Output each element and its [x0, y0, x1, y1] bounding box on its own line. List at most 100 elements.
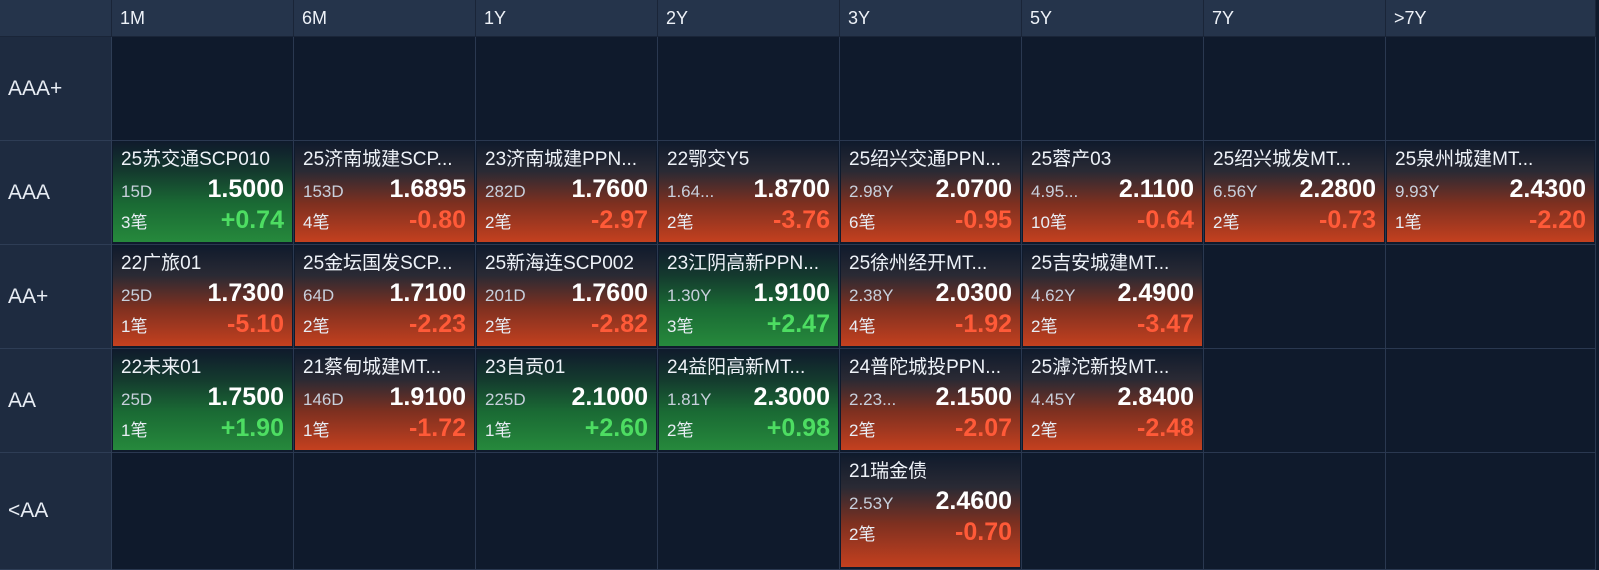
- bond-term: 15D: [121, 182, 153, 201]
- bond-bottom-row: 1笔 +2.60: [485, 413, 648, 443]
- bond-card[interactable]: 22广旅01 25D 1.7300 1笔 -5.10: [113, 245, 292, 346]
- bond-yield: 1.7600: [571, 175, 648, 203]
- bond-name: 25济南城建SCP...: [303, 149, 453, 170]
- matrix-cell: 25绍兴交通PPN... 2.98Y 2.0700 6笔 -0.95: [840, 141, 1022, 245]
- row-label-3[interactable]: AA: [0, 349, 112, 453]
- trade-count: 1笔: [121, 421, 148, 440]
- bond-card[interactable]: 25新海连SCP002 201D 1.7600 2笔 -2.82: [477, 245, 656, 346]
- bond-card[interactable]: 23江阴高新PPN... 1.30Y 1.9100 3笔 +2.47: [659, 245, 838, 346]
- row-label-2[interactable]: AA+: [0, 245, 112, 349]
- bond-name: 25蓉产03: [1031, 149, 1112, 170]
- bond-card[interactable]: 25泉州城建MT... 9.93Y 2.4300 1笔 -2.20: [1387, 141, 1594, 242]
- column-header-7[interactable]: >7Y: [1386, 0, 1596, 37]
- matrix-cell: [1204, 453, 1386, 570]
- bond-yield: 1.7500: [207, 383, 284, 411]
- yield-change: +0.74: [220, 206, 284, 234]
- bond-term: 1.81Y: [667, 390, 712, 409]
- column-header-3[interactable]: 2Y: [658, 0, 840, 37]
- bond-bottom-row: 4笔 -1.92: [849, 309, 1012, 339]
- row-label-1[interactable]: AAA: [0, 141, 112, 245]
- matrix-cell: 24益阳高新MT... 1.81Y 2.3000 2笔 +0.98: [658, 349, 840, 453]
- bond-card[interactable]: 23济南城建PPN... 282D 1.7600 2笔 -2.97: [477, 141, 656, 242]
- bond-bottom-row: 2笔 -2.23: [303, 309, 466, 339]
- column-header-1[interactable]: 6M: [294, 0, 476, 37]
- column-header-4[interactable]: 3Y: [840, 0, 1022, 37]
- matrix-cell: [112, 453, 294, 570]
- trade-count: 2笔: [667, 213, 694, 232]
- trade-count: 2笔: [1031, 421, 1058, 440]
- bond-bottom-row: 6笔 -0.95: [849, 205, 1012, 235]
- trade-count: 10笔: [1031, 213, 1067, 232]
- bond-card[interactable]: 25绍兴交通PPN... 2.98Y 2.0700 6笔 -0.95: [841, 141, 1020, 242]
- yield-change: -2.23: [409, 310, 466, 338]
- bond-term: 2.23...: [849, 390, 897, 409]
- bond-term: 9.93Y: [1395, 182, 1440, 201]
- matrix-cell: 25滹沱新投MT... 4.45Y 2.8400 2笔 -2.48: [1022, 349, 1204, 453]
- row-label-4[interactable]: <AA: [0, 453, 112, 570]
- column-header-5[interactable]: 5Y: [1022, 0, 1204, 37]
- yield-change: -0.80: [409, 206, 466, 234]
- matrix-cell: [1022, 37, 1204, 141]
- bond-bottom-row: 2笔 -3.76: [667, 205, 830, 235]
- matrix-cell: [112, 37, 294, 141]
- bond-card[interactable]: 25苏交通SCP010 15D 1.5000 3笔 +0.74: [113, 141, 292, 242]
- trade-count: 6笔: [849, 213, 876, 232]
- bond-name: 23济南城建PPN...: [485, 149, 638, 170]
- bond-card[interactable]: 21瑞金债 2.53Y 2.4600 2笔 -0.70: [841, 453, 1020, 567]
- matrix-cell: [294, 453, 476, 570]
- matrix-cell: 22未来01 25D 1.7500 1笔 +1.90: [112, 349, 294, 453]
- bond-name: 22广旅01: [121, 253, 202, 274]
- bond-bottom-row: 3笔 +2.47: [667, 309, 830, 339]
- bond-card[interactable]: 25滹沱新投MT... 4.45Y 2.8400 2笔 -2.48: [1023, 349, 1202, 450]
- yield-change: +2.47: [766, 310, 830, 338]
- bond-yield: 1.7300: [207, 279, 284, 307]
- bond-bottom-row: 10笔 -0.64: [1031, 205, 1194, 235]
- bond-term: 4.45Y: [1031, 390, 1076, 409]
- trade-count: 2笔: [849, 525, 876, 544]
- matrix-cell: [658, 37, 840, 141]
- matrix-cell: [476, 37, 658, 141]
- bond-card[interactable]: 23自贡01 225D 2.1000 1笔 +2.60: [477, 349, 656, 450]
- yield-change: -2.82: [591, 310, 648, 338]
- bond-mid-row: 225D 2.1000: [485, 381, 648, 413]
- trade-count: 2笔: [1031, 317, 1058, 336]
- yield-change: -3.47: [1137, 310, 1194, 338]
- bond-bottom-row: 2笔 -2.07: [849, 413, 1012, 443]
- bond-yield: 2.4900: [1117, 279, 1194, 307]
- yield-change: -2.48: [1137, 414, 1194, 442]
- bond-card[interactable]: 25蓉产03 4.95... 2.1100 10笔 -0.64: [1023, 141, 1202, 242]
- bond-bottom-row: 2笔 +0.98: [667, 413, 830, 443]
- bond-card[interactable]: 25徐州经开MT... 2.38Y 2.0300 4笔 -1.92: [841, 245, 1020, 346]
- bond-term: 1.64...: [667, 182, 715, 201]
- column-header-0[interactable]: 1M: [112, 0, 294, 37]
- bond-term: 64D: [303, 286, 335, 305]
- matrix-cell: [840, 37, 1022, 141]
- bond-yield: 1.6895: [389, 175, 466, 203]
- bond-yield: 1.9100: [753, 279, 830, 307]
- bond-bottom-row: 1笔 -1.72: [303, 413, 466, 443]
- bond-card[interactable]: 24普陀城投PPN... 2.23... 2.1500 2笔 -2.07: [841, 349, 1020, 450]
- row-label-0[interactable]: AAA+: [0, 37, 112, 141]
- bond-name: 22鄂交Y5: [667, 149, 750, 170]
- matrix-cell: 25徐州经开MT... 2.38Y 2.0300 4笔 -1.92: [840, 245, 1022, 349]
- bond-card[interactable]: 22未来01 25D 1.7500 1笔 +1.90: [113, 349, 292, 450]
- matrix-cell: 22广旅01 25D 1.7300 1笔 -5.10: [112, 245, 294, 349]
- bond-card[interactable]: 25绍兴城发MT... 6.56Y 2.2800 2笔 -0.73: [1205, 141, 1384, 242]
- matrix-cell: 25绍兴城发MT... 6.56Y 2.2800 2笔 -0.73: [1204, 141, 1386, 245]
- yield-change: -1.92: [955, 310, 1012, 338]
- column-header-6[interactable]: 7Y: [1204, 0, 1386, 37]
- bond-card[interactable]: 25济南城建SCP... 153D 1.6895 4笔 -0.80: [295, 141, 474, 242]
- column-header-2[interactable]: 1Y: [476, 0, 658, 37]
- matrix-cell: [476, 453, 658, 570]
- bond-mid-row: 282D 1.7600: [485, 173, 648, 205]
- bond-card[interactable]: 24益阳高新MT... 1.81Y 2.3000 2笔 +0.98: [659, 349, 838, 450]
- matrix-cell: 25蓉产03 4.95... 2.1100 10笔 -0.64: [1022, 141, 1204, 245]
- bond-card[interactable]: 25吉安城建MT... 4.62Y 2.4900 2笔 -3.47: [1023, 245, 1202, 346]
- bond-yield: 2.0700: [935, 175, 1012, 203]
- trade-count: 2笔: [849, 421, 876, 440]
- bond-card[interactable]: 21蔡甸城建MT... 146D 1.9100 1笔 -1.72: [295, 349, 474, 450]
- bond-card[interactable]: 22鄂交Y5 1.64... 1.8700 2笔 -3.76: [659, 141, 838, 242]
- trade-count: 2笔: [485, 317, 512, 336]
- bond-card[interactable]: 25金坛国发SCP... 64D 1.7100 2笔 -2.23: [295, 245, 474, 346]
- yield-change: -2.07: [955, 414, 1012, 442]
